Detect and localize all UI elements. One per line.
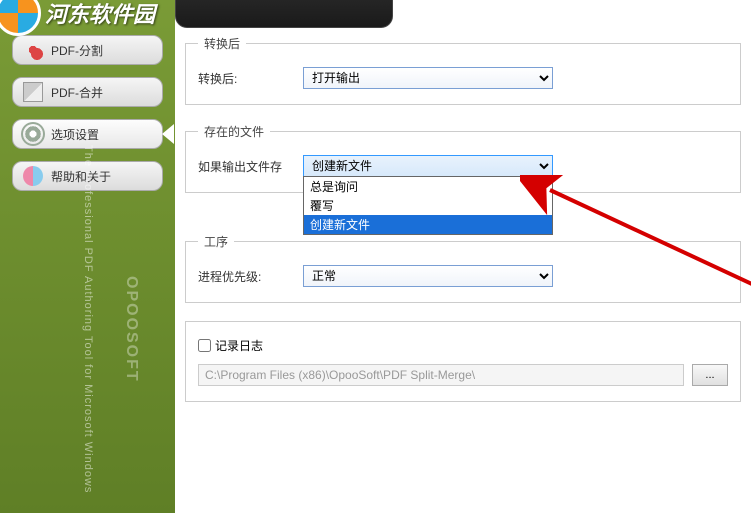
fieldset-process: 工序 进程优先级: 正常 (185, 233, 741, 303)
label-log: 记录日志 (215, 337, 263, 354)
select-after-convert[interactable]: 打开输出 (303, 67, 553, 89)
input-log-path[interactable] (198, 364, 684, 386)
checkbox-log[interactable] (198, 339, 211, 352)
label-process-priority: 进程优先级: (198, 268, 293, 285)
main-panel: 转换后 转换后: 打开输出 存在的文件 如果输出文件存 创建新文件 总是询问 覆… (175, 0, 751, 513)
sidebar-item-label: 选项设置 (51, 126, 99, 143)
sidebar: PDF-分割 PDF-合并 选项设置 帮助和关于 OPOOSOFT The Pr… (0, 0, 175, 513)
brand-vertical: OPOOSOFT (122, 276, 140, 383)
help-icon (23, 166, 43, 186)
fieldset-after-convert: 转换后 转换后: 打开输出 (185, 35, 741, 105)
tagline-vertical: The Professional PDF Authoring Tool for … (81, 145, 94, 493)
dropdown-option-always-ask[interactable]: 总是询问 (304, 177, 552, 196)
dropdown-option-create-new[interactable]: 创建新文件 (304, 215, 552, 234)
dropdown-existing-file: 总是询问 覆写 创建新文件 (303, 176, 553, 235)
top-dark-bar (175, 0, 393, 28)
browse-button[interactable]: ... (692, 364, 728, 386)
sidebar-item-label: PDF-分割 (51, 42, 103, 59)
gear-icon (23, 124, 43, 144)
label-existing-file: 如果输出文件存 (198, 158, 293, 175)
label-after-convert: 转换后: (198, 70, 293, 87)
legend-after-convert: 转换后 (198, 35, 246, 52)
select-existing-file[interactable]: 创建新文件 (303, 155, 553, 177)
legend-existing-file: 存在的文件 (198, 123, 270, 140)
merge-icon (23, 82, 43, 102)
sidebar-item-pdf-split[interactable]: PDF-分割 (12, 35, 163, 65)
sidebar-item-pdf-merge[interactable]: PDF-合并 (12, 77, 163, 107)
dropdown-option-overwrite[interactable]: 覆写 (304, 196, 552, 215)
watermark-logo-icon (0, 0, 41, 36)
select-process-priority[interactable]: 正常 (303, 265, 553, 287)
fieldset-log: 记录日志 ... (185, 321, 741, 402)
scissors-icon (23, 40, 43, 60)
watermark: 河东软件园 (0, 0, 155, 36)
sidebar-item-label: PDF-合并 (51, 84, 103, 101)
fieldset-existing-file: 存在的文件 如果输出文件存 创建新文件 总是询问 覆写 创建新文件 (185, 123, 741, 193)
legend-process: 工序 (198, 233, 234, 250)
watermark-title: 河东软件园 (45, 0, 155, 29)
